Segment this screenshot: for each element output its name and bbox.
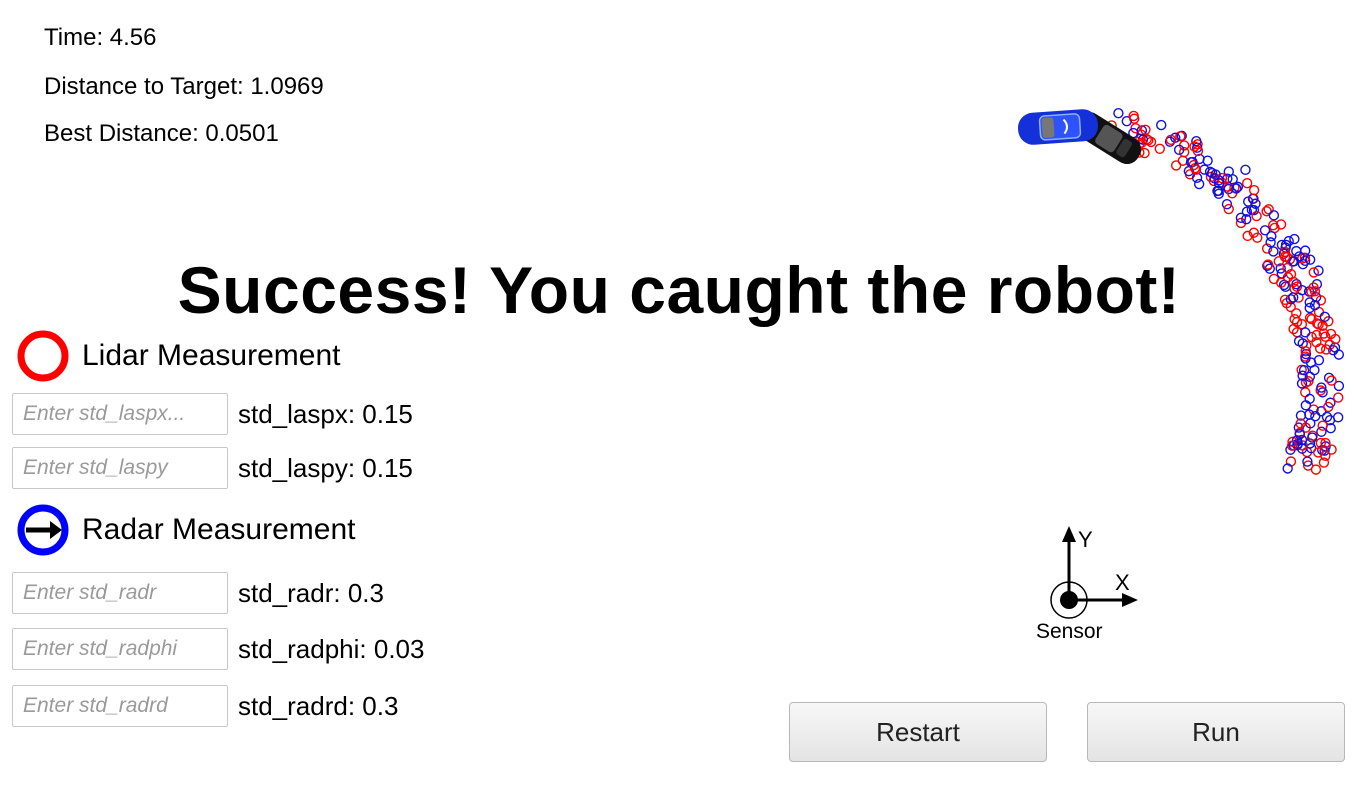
- radar-marker: [1332, 412, 1344, 423]
- success-message: Success! You caught the robot!: [177, 253, 1181, 327]
- std-radphi-input[interactable]: [12, 628, 228, 670]
- radar-marker: [1266, 231, 1277, 242]
- lidar-marker: [1333, 392, 1344, 403]
- best-distance-readout: Best Distance: 0.0501: [44, 120, 279, 147]
- std-radphi-value: std_radphi: 0.03: [238, 634, 425, 664]
- std-radrd-value: std_radrd: 0.3: [238, 691, 399, 721]
- lidar-marker: [1326, 375, 1337, 386]
- lidar-marker: [1170, 160, 1182, 171]
- lidar-marker: [1320, 331, 1331, 342]
- lidar-marker: [1248, 184, 1260, 196]
- coordinate-axes: Y X Sensor: [1036, 526, 1138, 643]
- distance-readout: Distance to Target: 1.0969: [44, 73, 324, 100]
- radar-marker: [1316, 426, 1327, 437]
- lidar-legend-label: Lidar Measurement: [82, 339, 341, 372]
- std-laspy-value: std_laspy: 0.15: [238, 453, 413, 483]
- x-axis-label: X: [1115, 570, 1130, 595]
- x-axis-arrow-icon: [1122, 593, 1138, 607]
- restart-button[interactable]: Restart: [789, 702, 1047, 762]
- y-axis-arrow-icon: [1062, 526, 1076, 542]
- radar-marker: [1289, 233, 1300, 245]
- lidar-marker: [1154, 143, 1165, 155]
- radar-marker: [1240, 164, 1251, 176]
- radar-marker: [1309, 364, 1320, 376]
- radar-marker: [1323, 372, 1335, 384]
- lidar-marker: [1300, 387, 1311, 398]
- std-radrd-input[interactable]: [12, 685, 228, 727]
- radar-marker: [1193, 178, 1205, 190]
- std-laspx-value: std_laspx: 0.15: [238, 399, 413, 429]
- std-laspy-input[interactable]: [12, 447, 228, 489]
- time-readout: Time: 4.56: [44, 24, 157, 51]
- radar-circle-arrow-icon: [17, 504, 69, 556]
- lidar-circle-icon: [17, 330, 69, 382]
- std-laspx-input[interactable]: [12, 393, 228, 435]
- sensor-label: Sensor: [1036, 620, 1103, 643]
- radar-legend-label: Radar Measurement: [82, 513, 356, 546]
- lidar-legend: Lidar Measurement: [16, 329, 340, 383]
- radar-legend: Radar Measurement: [16, 503, 355, 557]
- run-button[interactable]: Run: [1087, 702, 1345, 762]
- radar-marker: [1113, 107, 1124, 119]
- radar-marker: [1268, 210, 1280, 221]
- hunter-car: [1017, 109, 1099, 145]
- std-radr-input[interactable]: [12, 572, 228, 614]
- radar-marker: [1191, 136, 1202, 147]
- std-radr-value: std_radr: 0.3: [238, 578, 384, 608]
- lidar-marker: [1263, 204, 1274, 215]
- y-axis-label: Y: [1078, 527, 1093, 552]
- radar-marker: [1202, 155, 1213, 166]
- lidar-marker: [1241, 177, 1253, 189]
- radar-marker: [1313, 354, 1325, 366]
- radar-marker: [1156, 119, 1167, 131]
- lidar-marker: [1317, 420, 1328, 431]
